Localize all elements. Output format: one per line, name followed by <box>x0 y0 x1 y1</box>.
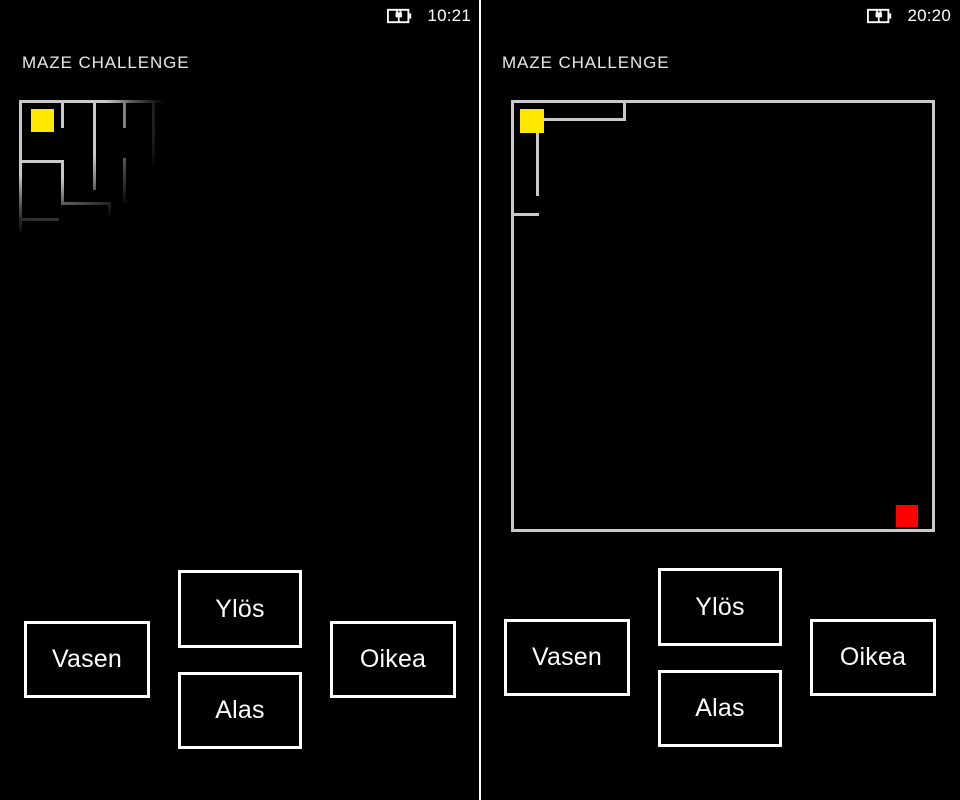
maze-wall-segment <box>123 200 145 203</box>
maze-border-left <box>19 100 22 537</box>
maze-border-right <box>452 100 455 537</box>
maze-wall-segment <box>123 100 126 128</box>
battery-charging-icon <box>387 8 413 24</box>
battery-charging-icon <box>867 8 893 24</box>
status-bar-left: 10:21 <box>0 0 480 30</box>
maze-border-left <box>511 100 514 532</box>
maze-wall-segment <box>19 218 59 221</box>
maze-wall-segment <box>511 213 539 216</box>
maze-render-fade <box>19 100 455 537</box>
phone-screen-left: 10:21 MAZE CHALLENGE Ylös Vasen Oikea Al… <box>0 0 480 800</box>
button-right[interactable]: Oikea <box>330 621 456 698</box>
button-left[interactable]: Vasen <box>24 621 150 698</box>
screenshot-root: 10:21 MAZE CHALLENGE Ylös Vasen Oikea Al… <box>0 0 960 800</box>
maze-board[interactable] <box>511 100 935 532</box>
page-title: MAZE CHALLENGE <box>502 53 670 72</box>
maze-wall-segment <box>152 100 155 190</box>
status-clock: 10:21 <box>427 5 471 25</box>
maze-border-top <box>511 100 935 103</box>
panel-divider <box>479 0 481 800</box>
button-up[interactable]: Ylös <box>658 568 782 646</box>
maze-border-right <box>932 100 935 532</box>
maze-wall-segment <box>19 160 64 163</box>
page-title: MAZE CHALLENGE <box>22 53 190 72</box>
maze-wall-segment <box>61 160 64 205</box>
maze-wall-segment <box>536 118 626 121</box>
status-bar-right: 20:20 <box>480 0 960 30</box>
maze-wall-segment <box>93 100 96 190</box>
maze-wall-segment <box>123 158 126 203</box>
maze-goal-cell <box>896 505 918 527</box>
maze-wall-segment <box>61 202 111 205</box>
status-clock: 20:20 <box>907 5 951 25</box>
button-up[interactable]: Ylös <box>178 570 302 648</box>
maze-wall-segment <box>623 100 626 120</box>
maze-goal-cell <box>430 510 452 532</box>
maze-border-bottom <box>19 534 455 537</box>
button-right[interactable]: Oikea <box>810 619 936 696</box>
button-left[interactable]: Vasen <box>504 619 630 696</box>
maze-wall-segment <box>182 100 185 188</box>
button-down[interactable]: Alas <box>658 670 782 747</box>
maze-wall-segment <box>61 100 64 128</box>
maze-border-bottom <box>511 529 935 532</box>
maze-border-top <box>19 100 455 103</box>
maze-render-fade-outer <box>19 100 455 537</box>
button-down[interactable]: Alas <box>178 672 302 749</box>
maze-start-cell <box>520 109 544 133</box>
phone-screen-right: 20:20 MAZE CHALLENGE Ylös Vasen Oikea Al… <box>480 0 960 800</box>
maze-start-cell <box>31 109 54 132</box>
maze-board[interactable] <box>19 100 455 537</box>
maze-wall-segment <box>108 202 111 248</box>
